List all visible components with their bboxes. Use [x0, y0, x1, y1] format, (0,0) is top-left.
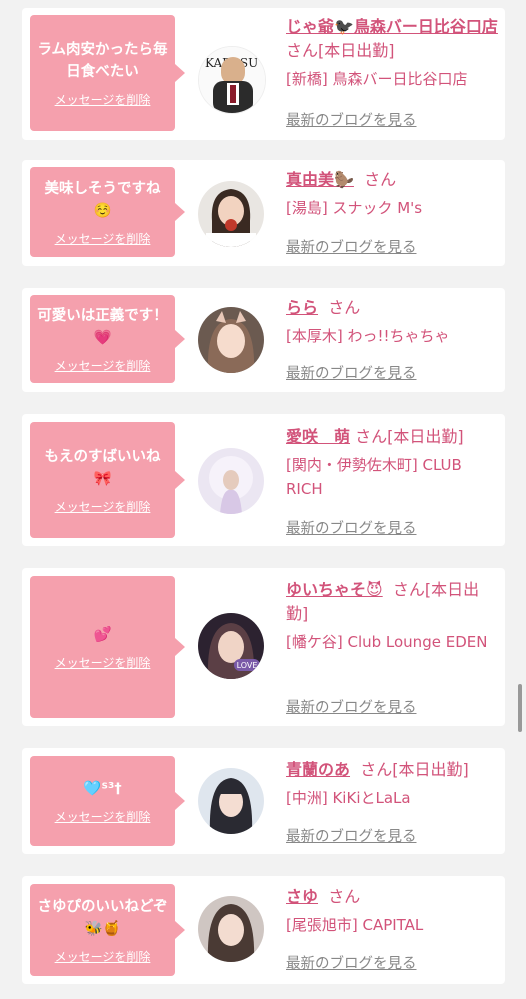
message-text: さゆぴのいいねどぞ🐝🍯 — [37, 898, 168, 937]
avatar-image-icon — [198, 896, 264, 962]
san-label: さん — [328, 887, 361, 906]
delete-message-link[interactable]: メッセージを削除 — [55, 498, 151, 515]
message-bubble: 🩵ᔆ³† メッセージを削除 — [30, 756, 185, 846]
message-bubble: 美味しそうですね☺️ メッセージを削除 — [30, 167, 185, 257]
shop-label: [尾張旭市] CAPITAL — [286, 916, 424, 934]
cast-name-link[interactable]: 愛咲 萌 — [286, 427, 350, 446]
blog-link[interactable]: 最新のブログを見る — [286, 109, 417, 130]
svg-text:LOVE: LOVE — [237, 661, 258, 670]
cast-name-link[interactable]: さゆ — [286, 887, 318, 906]
cast-info: さゆ さん [尾張旭市] CAPITAL — [286, 885, 498, 937]
message-text: 可愛いは正義です！💗 — [37, 307, 168, 346]
blog-link[interactable]: 最新のブログを見る — [286, 236, 417, 257]
cast-info: 真由美🦫 さん [湯島] スナック M's — [286, 168, 498, 220]
shop-label: [関内・伊勢佐木町] CLUB RICH — [286, 456, 462, 498]
message-bubble: ラム肉安かったら毎日食べたい メッセージを削除 — [30, 15, 185, 131]
message-card: さゆぴのいいねどぞ🐝🍯 メッセージを削除 さゆ さん [尾張旭市] CAPITA… — [22, 876, 505, 984]
status-label: [本日出勤] — [318, 41, 395, 60]
avatar[interactable] — [198, 181, 264, 247]
avatar-image-icon: KARASU MORI BAR — [199, 47, 265, 113]
blog-link[interactable]: 最新のブログを見る — [286, 517, 417, 538]
san-label: さん — [360, 760, 393, 779]
name-line: 真由美🦫 さん — [286, 168, 498, 192]
shop-label: [中洲] KiKiとLaLa — [286, 789, 411, 807]
shop-label: [新橋] 鳥森バー日比谷口店 — [286, 70, 468, 88]
san-label: さん — [328, 298, 361, 317]
status-label: [本日出勤] — [392, 760, 469, 779]
name-line: らら さん — [286, 296, 498, 320]
status-label: [本日出勤] — [387, 427, 464, 446]
name-line: さゆ さん — [286, 885, 498, 909]
avatar[interactable] — [198, 768, 264, 834]
shop-label: [湯島] スナック M's — [286, 199, 423, 217]
delete-message-link[interactable]: メッセージを削除 — [55, 808, 151, 825]
san-label: さん — [355, 427, 388, 446]
delete-message-link[interactable]: メッセージを削除 — [55, 654, 151, 671]
scrollbar[interactable] — [518, 684, 522, 732]
avatar-image-icon: LOVE — [198, 613, 264, 679]
cast-name-link[interactable]: 真由美🦫 — [286, 170, 354, 189]
name-line: じゃ爺🐦‍⬛鳥森バー日比谷口店 さん[本日出勤] — [286, 15, 498, 63]
message-bubble: 可愛いは正義です！💗 メッセージを削除 — [30, 295, 185, 383]
name-line: 青蘭のあ さん[本日出勤] — [286, 758, 498, 782]
san-label: さん — [392, 580, 425, 599]
avatar[interactable]: LOVE — [198, 613, 264, 679]
cast-info: 青蘭のあ さん[本日出勤] [中洲] KiKiとLaLa — [286, 758, 498, 810]
cast-info: ゆいちゃそ😈 さん[本日出勤] [幡ケ谷] Club Lounge EDEN — [286, 578, 498, 654]
san-label: さん — [286, 41, 319, 60]
name-line: ゆいちゃそ😈 さん[本日出勤] — [286, 578, 498, 626]
cast-info: じゃ爺🐦‍⬛鳥森バー日比谷口店 さん[本日出勤] [新橋] 鳥森バー日比谷口店 — [286, 15, 498, 91]
name-line: 愛咲 萌 さん[本日出勤] — [286, 425, 498, 449]
delete-message-link[interactable]: メッセージを削除 — [55, 91, 151, 108]
message-bubble: さゆぴのいいねどぞ🐝🍯 メッセージを削除 — [30, 884, 185, 976]
blog-link[interactable]: 最新のブログを見る — [286, 696, 417, 717]
avatar-image-icon — [198, 768, 264, 834]
shop-label: [本厚木] わっ!!ちゃちゃ — [286, 327, 450, 345]
avatar-image-icon — [198, 448, 264, 514]
message-bubble: 💕 メッセージを削除 — [30, 576, 185, 718]
blog-link[interactable]: 最新のブログを見る — [286, 362, 417, 383]
message-text: ラム肉安かったら毎日食べたい — [37, 41, 168, 80]
message-bubble: もえのすばいいね🎀 メッセージを削除 — [30, 422, 185, 538]
cast-info: 愛咲 萌 さん[本日出勤] [関内・伊勢佐木町] CLUB RICH — [286, 425, 498, 501]
delete-message-link[interactable]: メッセージを削除 — [55, 357, 151, 374]
message-text: 🩵ᔆ³† — [83, 780, 122, 797]
shop-label: [幡ケ谷] Club Lounge EDEN — [286, 633, 488, 651]
blog-link[interactable]: 最新のブログを見る — [286, 952, 417, 973]
avatar-image-icon — [198, 307, 264, 373]
delete-message-link[interactable]: メッセージを削除 — [55, 948, 151, 965]
message-card: 美味しそうですね☺️ メッセージを削除 真由美🦫 さん [湯島] スナック M'… — [22, 160, 505, 266]
message-card: 可愛いは正義です！💗 メッセージを削除 らら さん [本厚木] わっ!!ちゃちゃ… — [22, 288, 505, 392]
san-label: さん — [364, 170, 397, 189]
message-card: 💕 メッセージを削除 LOVE ゆいちゃそ😈 さん[本日出勤] [幡ケ谷] Cl… — [22, 568, 505, 726]
message-text: 💕 — [93, 626, 112, 643]
avatar[interactable] — [198, 307, 264, 373]
message-text: 美味しそうですね☺️ — [44, 180, 161, 219]
cast-name-link[interactable]: ゆいちゃそ😈 — [286, 580, 383, 599]
message-text: もえのすばいいね🎀 — [44, 448, 161, 487]
cast-info: らら さん [本厚木] わっ!!ちゃちゃ — [286, 296, 498, 348]
message-card: もえのすばいいね🎀 メッセージを削除 愛咲 萌 さん[本日出勤] [関内・伊勢佐… — [22, 414, 505, 546]
avatar-image-icon — [198, 181, 264, 247]
message-card: ラム肉安かったら毎日食べたい メッセージを削除 KARASU MORI BAR … — [22, 8, 505, 140]
cast-name-link[interactable]: 青蘭のあ — [286, 760, 350, 779]
avatar[interactable]: KARASU MORI BAR — [198, 46, 266, 114]
avatar[interactable] — [198, 448, 264, 514]
delete-message-link[interactable]: メッセージを削除 — [55, 230, 151, 247]
avatar[interactable] — [198, 896, 264, 962]
cast-name-link[interactable]: じゃ爺🐦‍⬛鳥森バー日比谷口店 — [286, 17, 498, 36]
blog-link[interactable]: 最新のブログを見る — [286, 825, 417, 846]
cast-name-link[interactable]: らら — [286, 298, 318, 317]
message-card: 🩵ᔆ³† メッセージを削除 青蘭のあ さん[本日出勤] [中洲] KiKiとLa… — [22, 748, 505, 854]
